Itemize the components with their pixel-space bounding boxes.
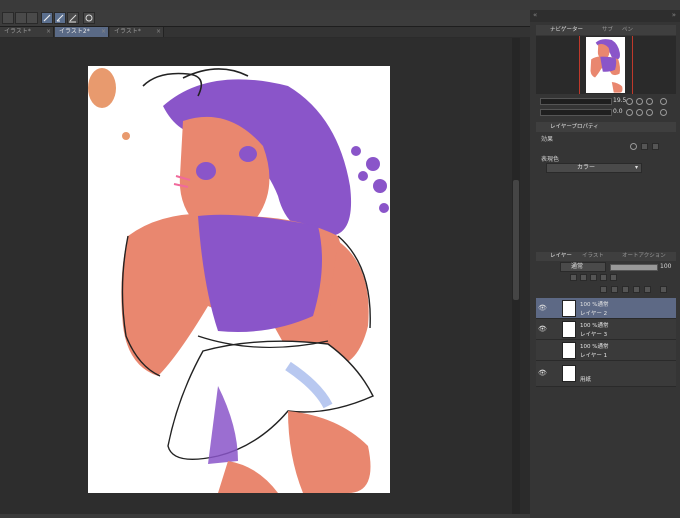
pencil-tool-icon[interactable] bbox=[54, 12, 66, 24]
history-icon[interactable] bbox=[83, 12, 95, 24]
chevron-down-icon: ▾ bbox=[634, 164, 638, 171]
border-effect-icon[interactable] bbox=[630, 143, 637, 150]
scrollbar-thumb[interactable] bbox=[513, 180, 519, 300]
effect-label: 効果 bbox=[541, 136, 554, 143]
tab-illust-2[interactable]: イラスト2* × bbox=[55, 27, 109, 37]
trash-icon[interactable] bbox=[660, 286, 667, 293]
tab-layer[interactable]: レイヤー bbox=[550, 251, 572, 261]
layer-thumbnail bbox=[562, 300, 576, 317]
layer-name: レイヤー 3 bbox=[580, 332, 608, 338]
zoom-in-icon[interactable] bbox=[636, 98, 643, 105]
layer-thumbnail bbox=[562, 321, 576, 338]
tab-label: イラスト* bbox=[114, 28, 141, 35]
navigator-tabbar: ナビゲーター サブ ペン bbox=[536, 25, 676, 35]
tab-sub-view[interactable]: サブ bbox=[602, 25, 613, 35]
layer-mode: 100 %通常 bbox=[580, 344, 609, 350]
opacity-value: 100 bbox=[660, 263, 672, 270]
reference-icon[interactable] bbox=[580, 274, 587, 281]
canvas-paper[interactable] bbox=[88, 66, 390, 493]
layer-name: レイヤー 2 bbox=[580, 311, 608, 317]
actual-size-icon[interactable] bbox=[660, 98, 667, 105]
brush-tool-icon[interactable] bbox=[67, 12, 79, 24]
panel-header: « » bbox=[530, 10, 680, 22]
status-bar bbox=[0, 514, 530, 518]
opacity-slider[interactable] bbox=[610, 264, 658, 271]
view-frame-right bbox=[632, 36, 633, 94]
layer-mode: 100 %通常 bbox=[580, 323, 609, 329]
new-vector-icon[interactable] bbox=[611, 286, 618, 293]
tab-layer-2[interactable]: イラスト bbox=[582, 251, 604, 261]
zoom-slider[interactable] bbox=[540, 98, 612, 105]
collapse-icon[interactable]: « bbox=[533, 11, 537, 19]
tab-navigator[interactable]: ナビゲーター bbox=[550, 25, 583, 35]
lock-alpha-icon[interactable] bbox=[600, 274, 607, 281]
fill-icon[interactable] bbox=[26, 12, 38, 24]
blend-mode-select[interactable]: 通常 bbox=[560, 262, 606, 272]
copy-layer-icon[interactable] bbox=[633, 286, 640, 293]
new-layer-icon[interactable] bbox=[600, 286, 607, 293]
eye-icon[interactable]: 👁 bbox=[538, 325, 547, 333]
tone-effect-icon[interactable] bbox=[641, 143, 648, 150]
clip-icon[interactable] bbox=[570, 274, 577, 281]
layer-row[interactable]: 👁 100 %通常 レイヤー 3 bbox=[536, 319, 676, 340]
rotate-value: 0.0 bbox=[613, 108, 623, 115]
layer-name: レイヤー 1 bbox=[580, 353, 608, 359]
mask-icon[interactable] bbox=[610, 274, 617, 281]
expression-color-value: カラー bbox=[577, 164, 596, 171]
eye-icon[interactable]: 👁 bbox=[538, 369, 547, 377]
expression-color-label: 表現色 bbox=[541, 156, 560, 163]
layer-thumbnail bbox=[562, 342, 576, 359]
lock-icon[interactable] bbox=[590, 274, 597, 281]
blend-mode-value: 通常 bbox=[571, 263, 584, 270]
tab-label: イラスト2* bbox=[59, 28, 90, 35]
layer-row-paper[interactable]: 👁 用紙 bbox=[536, 361, 676, 387]
folder-icon[interactable] bbox=[622, 286, 629, 293]
property-tabbar: レイヤープロパティ bbox=[536, 122, 676, 132]
tab-auto-action[interactable]: オートアクション bbox=[622, 251, 666, 261]
layer-thumbnail bbox=[562, 365, 576, 382]
tab-layer-property[interactable]: レイヤープロパティ bbox=[550, 122, 599, 132]
pen-tool-icon[interactable] bbox=[41, 12, 53, 24]
eye-icon[interactable]: 👁 bbox=[538, 304, 547, 312]
expand-icon[interactable]: » bbox=[672, 11, 676, 19]
zoom-out-icon[interactable] bbox=[626, 98, 633, 105]
fit-icon[interactable] bbox=[646, 98, 653, 105]
rotate-right-icon[interactable] bbox=[636, 109, 643, 116]
close-icon[interactable]: × bbox=[46, 27, 51, 37]
layer-color-icon[interactable] bbox=[652, 143, 659, 150]
close-icon[interactable]: × bbox=[101, 27, 106, 37]
layer-row[interactable]: 👁 100 %通常 レイヤー 2 bbox=[536, 298, 676, 319]
reset-rotate-icon[interactable] bbox=[646, 109, 653, 116]
view-frame-left bbox=[579, 36, 580, 94]
tab-label: イラスト* bbox=[4, 28, 31, 35]
navigator-thumbnail bbox=[586, 37, 625, 93]
layer-row[interactable]: 100 %通常 レイヤー 1 bbox=[536, 340, 676, 361]
close-icon[interactable]: × bbox=[156, 27, 161, 37]
layer-tabbar: レイヤー イラスト オートアクション bbox=[536, 252, 676, 261]
layer-icon[interactable] bbox=[2, 12, 14, 24]
artwork bbox=[88, 68, 389, 493]
rotate-left-icon[interactable] bbox=[626, 109, 633, 116]
layer-mode: 100 %通常 bbox=[580, 302, 609, 308]
flip-icon[interactable] bbox=[660, 109, 667, 116]
tab-illust-1[interactable]: イラスト* × bbox=[0, 27, 54, 37]
layer-name: 用紙 bbox=[580, 377, 592, 383]
tab-info[interactable]: ペン bbox=[622, 25, 633, 35]
rotate-slider[interactable] bbox=[540, 109, 612, 116]
document-tabs: イラスト* × イラスト2* × イラスト* × bbox=[0, 27, 530, 37]
expression-color-select[interactable]: カラー ▾ bbox=[546, 163, 642, 173]
command-bar bbox=[0, 10, 530, 27]
merge-icon[interactable] bbox=[644, 286, 651, 293]
tab-illust-3[interactable]: イラスト* × bbox=[110, 27, 164, 37]
zoom-value: 19.5 bbox=[613, 97, 627, 104]
